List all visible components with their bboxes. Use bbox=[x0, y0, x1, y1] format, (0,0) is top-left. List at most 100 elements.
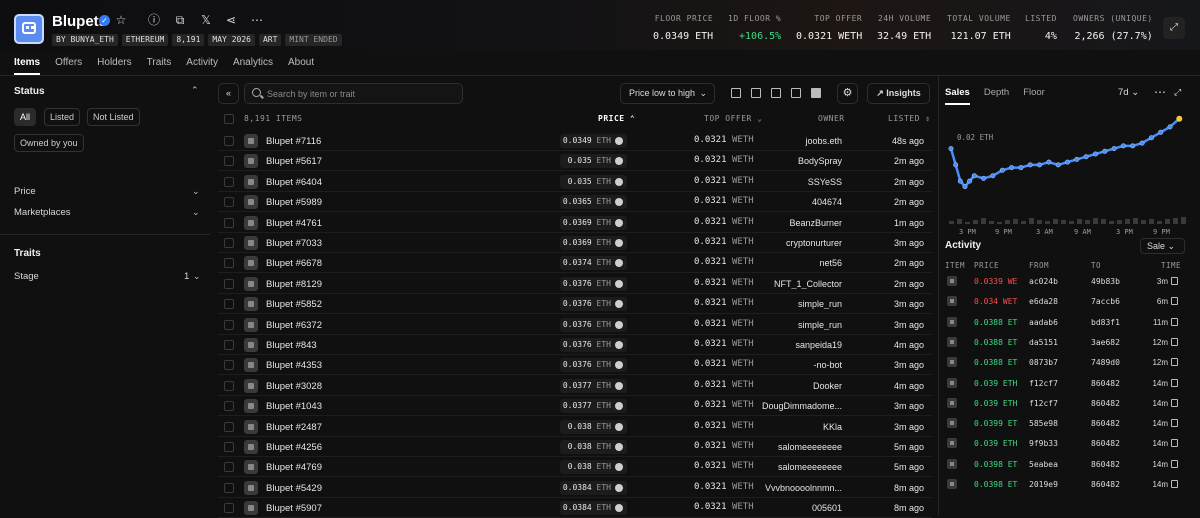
activity-from[interactable]: f12cf7 bbox=[1029, 399, 1058, 408]
price-cell[interactable]: 0.0377 ETH bbox=[560, 378, 627, 393]
settings-gear-icon[interactable]: ⚙ bbox=[837, 83, 858, 104]
table-row[interactable]: Blupet #5907 0.0384 ETH 0.0321 WETH 005601 8… bbox=[218, 498, 932, 518]
item-name[interactable]: Blupet #4256 bbox=[266, 442, 322, 453]
tab-traits[interactable]: Traits bbox=[147, 57, 172, 75]
owner-cell[interactable]: 404674 bbox=[692, 197, 842, 207]
item-name[interactable]: Blupet #7116 bbox=[266, 136, 321, 147]
row-checkbox[interactable] bbox=[224, 442, 234, 452]
activity-row[interactable]: 0.0339 WETH ac024b 49b83b 3m bbox=[945, 271, 1190, 292]
row-checkbox[interactable] bbox=[224, 340, 234, 350]
item-name[interactable]: Blupet #1043 bbox=[266, 401, 322, 412]
external-link-icon[interactable] bbox=[1171, 358, 1178, 367]
table-row[interactable]: Blupet #8129 0.0376 ETH 0.0321 WETH NFT_1_C… bbox=[218, 274, 932, 294]
row-checkbox[interactable] bbox=[224, 217, 234, 228]
price-cell[interactable]: 0.0376 ETH bbox=[560, 276, 627, 291]
activity-from[interactable]: 5eabea bbox=[1029, 460, 1058, 469]
price-cell[interactable]: 0.0376 ETH bbox=[560, 297, 627, 312]
item-name[interactable]: Blupet #6404 bbox=[266, 177, 322, 188]
table-row[interactable]: Blupet #5429 0.0384 ETH 0.0321 WETH Vvvbnoo… bbox=[218, 478, 932, 498]
item-name[interactable]: Blupet #8129 bbox=[266, 279, 322, 290]
row-checkbox[interactable] bbox=[224, 258, 234, 269]
owner-cell[interactable]: joobs.eth bbox=[692, 136, 842, 146]
activity-to[interactable]: 860482 bbox=[1091, 419, 1120, 428]
owner-cell[interactable]: DougDimmadome... bbox=[692, 401, 842, 411]
activity-from[interactable]: e6da28 bbox=[1029, 297, 1058, 306]
item-name[interactable]: Blupet #6678 bbox=[266, 258, 322, 269]
grid-medium-icon[interactable] bbox=[751, 88, 761, 98]
price-column-header[interactable]: PRICE ⌃ bbox=[598, 114, 635, 123]
item-name[interactable]: Blupet #4769 bbox=[266, 462, 322, 473]
owner-cell[interactable]: KKla bbox=[692, 422, 842, 432]
table-row[interactable]: Blupet #843 0.0376 ETH 0.0321 WETH sanpeida… bbox=[218, 335, 932, 355]
info-icon[interactable]: ⓘ bbox=[147, 13, 161, 27]
tab-floor[interactable]: Floor bbox=[1023, 87, 1045, 105]
row-checkbox[interactable] bbox=[224, 503, 234, 514]
table-row[interactable]: Blupet #6404 0.035 ETH 0.0321 WETH SSYeSS 2m… bbox=[218, 172, 932, 192]
grid-large-icon[interactable] bbox=[771, 88, 781, 98]
item-name[interactable]: Blupet #5429 bbox=[266, 483, 322, 494]
row-checkbox[interactable] bbox=[224, 401, 234, 412]
item-name[interactable]: Blupet #6372 bbox=[266, 320, 322, 331]
star-icon[interactable]: ☆ bbox=[114, 13, 128, 27]
activity-to[interactable]: bd83f1 bbox=[1091, 318, 1120, 327]
external-link-icon[interactable] bbox=[1171, 317, 1178, 326]
item-name[interactable]: Blupet #5907 bbox=[266, 503, 322, 514]
activity-row[interactable]: 0.0388 ETH da5151 3ae682 12m bbox=[945, 332, 1190, 353]
sales-chart[interactable]: 0.02 ETH 3 PM 9 PM 3 AM 9 AM 3 PM 9 PM bbox=[945, 112, 1190, 237]
owner-cell[interactable]: net56 bbox=[692, 258, 842, 268]
activity-from[interactable]: f12cf7 bbox=[1029, 379, 1058, 388]
row-checkbox[interactable] bbox=[224, 360, 234, 371]
item-name[interactable]: Blupet #4353 bbox=[266, 360, 322, 371]
list-icon[interactable] bbox=[791, 88, 801, 98]
tab-about[interactable]: About bbox=[288, 57, 314, 75]
owner-cell[interactable]: -no-bot bbox=[692, 360, 842, 370]
activity-from[interactable]: 0873b7 bbox=[1029, 358, 1058, 367]
sort-dropdown[interactable]: Price low to high ⌄ bbox=[620, 83, 715, 104]
activity-row[interactable]: 0.034 WETH e6da28 7accb6 6m bbox=[945, 291, 1190, 312]
status-all-button[interactable]: All bbox=[14, 108, 37, 126]
activity-to[interactable]: 860482 bbox=[1091, 439, 1120, 448]
activity-to[interactable]: 860482 bbox=[1091, 379, 1120, 388]
table-row[interactable]: Blupet #5617 0.035 ETH 0.0321 WETH BodySpra… bbox=[218, 151, 932, 172]
row-checkbox[interactable] bbox=[224, 176, 234, 187]
table-row[interactable]: Blupet #5989 0.0365 ETH 0.0321 WETH 404674 2… bbox=[218, 192, 932, 213]
top-offer-column-header[interactable]: TOP OFFER ⌄ bbox=[704, 114, 763, 123]
row-checkbox[interactable] bbox=[224, 421, 234, 432]
tab-items[interactable]: Items bbox=[14, 57, 41, 75]
price-cell[interactable]: 0.0365 ETH bbox=[560, 195, 627, 210]
price-cell[interactable]: 0.035 ETH bbox=[560, 174, 627, 189]
price-filter[interactable]: Price bbox=[14, 186, 36, 197]
table-row[interactable]: Blupet #2487 0.038 ETH 0.0321 WETH KKla 3m a… bbox=[218, 417, 932, 437]
tab-depth[interactable]: Depth bbox=[984, 87, 1009, 105]
price-cell[interactable]: 0.0349 ETH bbox=[560, 134, 627, 148]
activity-from[interactable]: aadab6 bbox=[1029, 318, 1058, 327]
activity-row[interactable]: 0.0388 ETH 0873b7 7489d0 12m bbox=[945, 352, 1190, 373]
price-cell[interactable]: 0.0376 ETH bbox=[560, 358, 627, 373]
price-cell[interactable]: 0.0376 ETH bbox=[560, 317, 627, 332]
activity-from[interactable]: da5151 bbox=[1029, 338, 1058, 347]
row-checkbox[interactable] bbox=[224, 319, 234, 330]
row-checkbox[interactable] bbox=[224, 278, 234, 289]
owner-cell[interactable]: 005601 bbox=[692, 503, 842, 513]
share-icon[interactable]: ⋖ bbox=[224, 13, 238, 27]
external-link-icon[interactable] bbox=[1171, 419, 1178, 428]
status-owned-button[interactable]: Owned by you bbox=[14, 134, 84, 152]
activity-to[interactable]: 49b83b bbox=[1091, 277, 1120, 286]
table-row[interactable]: Blupet #3028 0.0377 ETH 0.0321 WETH Dooker 4… bbox=[218, 376, 932, 396]
tab-sales[interactable]: Sales bbox=[945, 87, 970, 105]
table-row[interactable]: Blupet #1043 0.0377 ETH 0.0321 WETH DougDim… bbox=[218, 396, 932, 417]
activity-to[interactable]: 860482 bbox=[1091, 399, 1120, 408]
activity-to[interactable]: 860482 bbox=[1091, 480, 1120, 489]
owner-cell[interactable]: SSYeSS bbox=[692, 177, 842, 187]
price-cell[interactable]: 0.0384 ETH bbox=[560, 480, 627, 495]
external-link-icon[interactable] bbox=[1171, 398, 1178, 407]
activity-row[interactable]: 0.0399 ETH 585e98 860482 14m bbox=[945, 413, 1190, 434]
owner-cell[interactable]: BodySpray bbox=[692, 156, 842, 166]
price-cell[interactable]: 0.0369 ETH bbox=[560, 236, 627, 250]
table-row[interactable]: Blupet #6678 0.0374 ETH 0.0321 WETH net56 2m… bbox=[218, 253, 932, 274]
activity-from[interactable]: ac024b bbox=[1029, 277, 1058, 286]
insights-button[interactable]: ↗ Insights bbox=[867, 83, 930, 104]
chevron-down-icon[interactable]: ⌄ bbox=[192, 207, 200, 218]
item-name[interactable]: Blupet #5989 bbox=[266, 197, 322, 208]
price-cell[interactable]: 0.038 ETH bbox=[560, 419, 627, 434]
